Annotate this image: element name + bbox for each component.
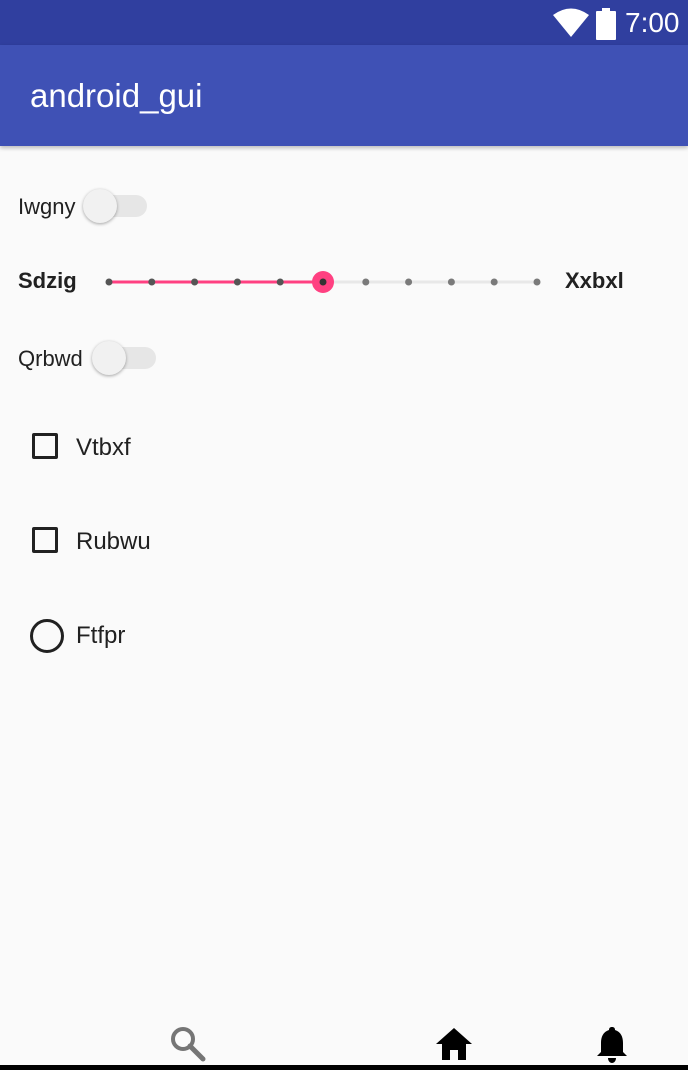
seekbar-row: Sdzig Xxbxl xyxy=(0,262,688,302)
home-icon[interactable] xyxy=(434,1024,474,1064)
switch-row-qrbwd: Qrbwd xyxy=(18,338,168,378)
checkbox-rubwu[interactable]: Rubwu xyxy=(30,522,230,562)
seekbar-tick xyxy=(148,278,156,286)
seekbar-tick xyxy=(276,278,284,286)
app-bar: android_gui xyxy=(0,45,688,146)
radio-label: Ftfpr xyxy=(76,622,126,649)
seekbar-tick xyxy=(191,278,199,286)
radio-ftfpr[interactable]: Ftfpr xyxy=(30,616,230,656)
wifi-icon xyxy=(553,8,589,37)
toggle-switch-iwgny[interactable] xyxy=(83,186,147,226)
seekbar-tick xyxy=(447,278,455,286)
bell-icon[interactable] xyxy=(592,1024,632,1064)
seekbar-tick xyxy=(233,278,241,286)
checkbox-box[interactable] xyxy=(32,433,58,459)
switch-row-iwgny: Iwgny xyxy=(18,186,158,226)
switch-label: Qrbwd xyxy=(18,346,83,371)
bottom-navigation xyxy=(0,1020,688,1070)
seekbar-max-label: Xxbxl xyxy=(565,268,624,293)
seekbar-tick xyxy=(362,278,370,286)
checkbox-vtbxf[interactable]: Vtbxf xyxy=(30,428,230,468)
switch-thumb xyxy=(92,341,126,375)
seekbar-tick xyxy=(490,278,498,286)
seekbar-tick xyxy=(533,278,541,286)
seekbar[interactable] xyxy=(100,262,550,302)
switch-label: Iwgny xyxy=(18,194,76,219)
app-title: android_gui xyxy=(30,77,203,114)
checkbox-box[interactable] xyxy=(32,527,58,553)
status-time: 7:00 xyxy=(625,7,680,38)
radio-button[interactable] xyxy=(30,619,64,653)
search-icon[interactable] xyxy=(168,1024,208,1064)
seekbar-min-label: Sdzig xyxy=(18,268,77,293)
seekbar-thumb-center xyxy=(319,278,327,286)
battery-icon xyxy=(596,8,616,40)
seekbar-tick xyxy=(105,278,113,286)
status-bar: 7:00 xyxy=(0,0,688,45)
checkbox-label: Rubwu xyxy=(76,528,151,555)
checkbox-label: Vtbxf xyxy=(76,434,131,461)
switch-thumb xyxy=(83,189,117,223)
toggle-switch-qrbwd[interactable] xyxy=(92,338,156,378)
bottom-edge xyxy=(0,1065,688,1070)
seekbar-tick xyxy=(405,278,413,286)
